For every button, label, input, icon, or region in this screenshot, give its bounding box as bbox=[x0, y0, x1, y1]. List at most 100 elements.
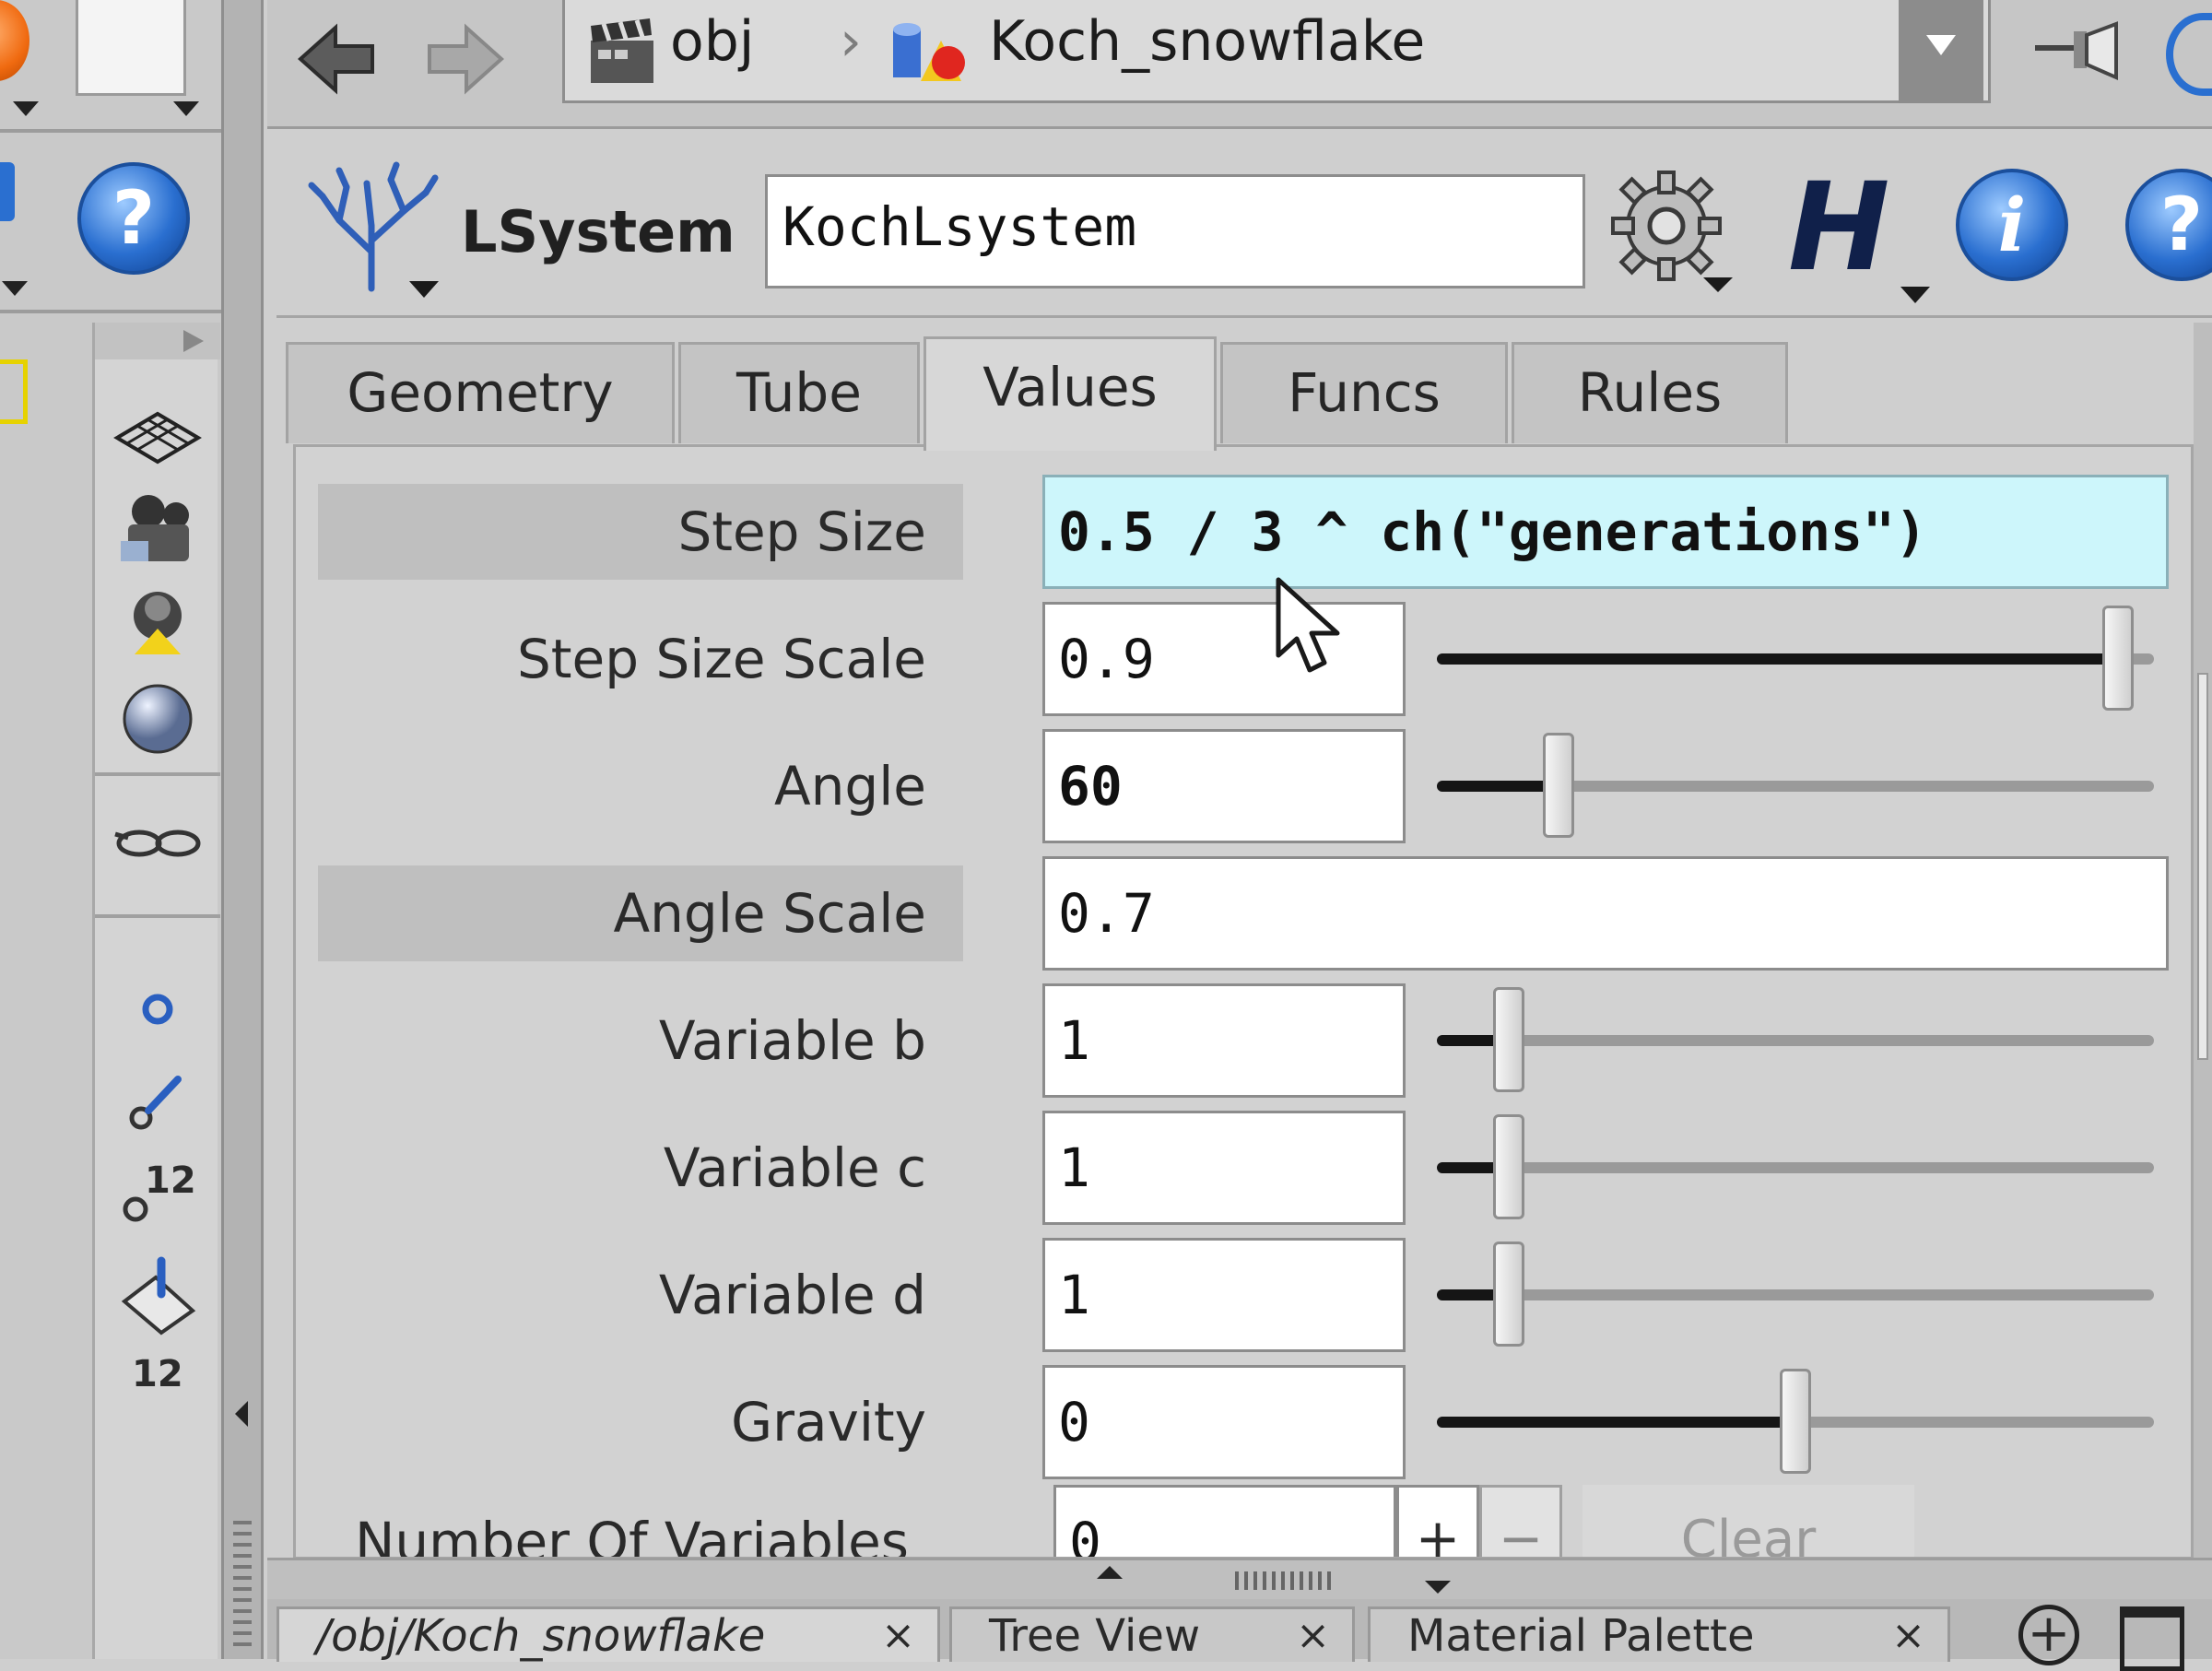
camera-icon[interactable] bbox=[95, 479, 220, 581]
slider-thumb[interactable] bbox=[1493, 1241, 1524, 1347]
gravity-field[interactable]: 0 bbox=[1042, 1365, 1406, 1479]
variable-d-field[interactable]: 1 bbox=[1042, 1238, 1406, 1352]
step-size-expression-field[interactable]: 0.5 / 3 ^ ch("generations") bbox=[1042, 475, 2169, 589]
lsystem-tree-icon bbox=[302, 159, 441, 298]
parameter-panel: Step Size 0.5 / 3 ^ ch("generations") St… bbox=[293, 444, 2194, 1559]
geometry-object-icon bbox=[884, 17, 976, 90]
tab-label: Material Palette bbox=[1407, 1610, 1755, 1662]
tab-funcs[interactable]: Funcs bbox=[1220, 342, 1508, 443]
forward-arrow-icon[interactable] bbox=[424, 18, 507, 101]
tab-label: /obj/Koch_snowflake bbox=[316, 1610, 766, 1662]
drag-handle[interactable] bbox=[1235, 1571, 1336, 1590]
path-bar: obj › Koch_snowflake bbox=[267, 0, 2212, 129]
close-icon[interactable]: × bbox=[1296, 1609, 1330, 1663]
param-label-angle: Angle bbox=[773, 755, 926, 818]
tab-tree-view[interactable]: Tree View × bbox=[949, 1606, 1355, 1662]
tab-network-path[interactable]: /obj/Koch_snowflake × bbox=[276, 1606, 940, 1662]
gear-icon[interactable] bbox=[1604, 163, 1733, 292]
collapse-arrow-icon[interactable] bbox=[235, 1401, 248, 1427]
slider-thumb[interactable] bbox=[1780, 1369, 1811, 1474]
badge-number: 12 bbox=[145, 1159, 196, 1202]
param-label-variable-b: Variable b bbox=[658, 1009, 926, 1072]
param-label-gravity: Gravity bbox=[731, 1391, 926, 1453]
slider-thumb[interactable] bbox=[1493, 987, 1524, 1092]
number-of-variables-field[interactable]: 0 bbox=[1053, 1485, 1396, 1557]
help-icon[interactable]: ? bbox=[2125, 169, 2212, 281]
add-pane-tab-icon[interactable]: + bbox=[2018, 1605, 2079, 1665]
partial-icon bbox=[0, 162, 15, 221]
back-arrow-icon[interactable] bbox=[295, 18, 378, 101]
angle-field[interactable]: 60 bbox=[1042, 729, 1406, 843]
help-icon[interactable]: ? bbox=[77, 162, 190, 275]
curve-tool-icon[interactable] bbox=[95, 1051, 220, 1152]
angle-scale-field[interactable]: 0.7 bbox=[1042, 856, 2169, 971]
collapse-down-arrow-icon[interactable] bbox=[1425, 1581, 1451, 1594]
clear-variables-button[interactable]: Clear bbox=[1583, 1485, 1914, 1557]
dropdown-triangle-icon[interactable] bbox=[409, 281, 439, 298]
tab-rules[interactable]: Rules bbox=[1512, 342, 1788, 443]
info-icon[interactable]: i bbox=[1956, 169, 2068, 281]
scrollbar-thumb[interactable] bbox=[2197, 673, 2208, 1060]
vertex-number-icon[interactable]: 12 bbox=[95, 1143, 220, 1244]
tab-geometry[interactable]: Geometry bbox=[286, 342, 675, 443]
slider-thumb[interactable] bbox=[2102, 606, 2134, 711]
color-swatch[interactable] bbox=[76, 0, 186, 96]
variable-b-field[interactable]: 1 bbox=[1042, 983, 1406, 1098]
tab-label: Tree View bbox=[989, 1610, 1201, 1662]
maximize-pane-icon[interactable] bbox=[2120, 1606, 2184, 1671]
slider-thumb[interactable] bbox=[1543, 733, 1574, 838]
dropdown-triangle-icon[interactable] bbox=[1900, 287, 1930, 303]
breadcrumb-koch-snowflake[interactable]: Koch_snowflake bbox=[989, 9, 1425, 74]
dropdown-triangle-icon[interactable] bbox=[2, 281, 28, 296]
houdini-h-icon[interactable]: H bbox=[1788, 163, 1917, 292]
param-label-angle-scale: Angle Scale bbox=[318, 865, 963, 961]
dropdown-triangle-icon[interactable] bbox=[173, 101, 199, 116]
dropdown-triangle-icon[interactable] bbox=[13, 101, 39, 116]
tool-shelf: 12 12 bbox=[92, 323, 220, 1659]
close-icon[interactable]: × bbox=[1891, 1609, 1925, 1663]
grid-plane-icon[interactable] bbox=[95, 387, 220, 488]
highlight-marker bbox=[0, 359, 28, 424]
expand-up-arrow-icon[interactable] bbox=[1097, 1566, 1123, 1579]
light-icon[interactable] bbox=[95, 571, 220, 673]
pane-tab-bar: /obj/Koch_snowflake × Tree View × Materi… bbox=[267, 1599, 2212, 1671]
param-label-variable-c: Variable c bbox=[663, 1136, 926, 1199]
shelf-separator bbox=[95, 772, 220, 776]
glasses-icon[interactable] bbox=[95, 793, 220, 894]
path-dropdown-button[interactable] bbox=[1899, 0, 1983, 103]
divider bbox=[0, 129, 221, 133]
mouse-cursor-icon bbox=[1273, 576, 1356, 677]
divider bbox=[0, 310, 221, 313]
tab-values[interactable]: Values bbox=[924, 336, 1217, 451]
variable-c-field[interactable]: 1 bbox=[1042, 1111, 1406, 1225]
point-icon[interactable] bbox=[95, 959, 220, 1060]
pin-icon[interactable] bbox=[2028, 17, 2138, 90]
remove-variable-button[interactable]: − bbox=[1479, 1485, 1562, 1557]
node-name-input[interactable]: KochLsystem bbox=[765, 174, 1585, 288]
param-label-step-size-scale: Step Size Scale bbox=[516, 628, 926, 690]
sphere-icon[interactable] bbox=[95, 668, 220, 770]
expand-arrow-icon[interactable] bbox=[183, 330, 204, 352]
vertical-scrollbar[interactable] bbox=[2194, 323, 2212, 1567]
badge-number: 12 bbox=[132, 1353, 183, 1395]
pane-divider[interactable] bbox=[221, 0, 264, 1659]
tab-tube[interactable]: Tube bbox=[678, 342, 920, 443]
node-header: LSystem KochLsystem H i ? bbox=[276, 134, 2212, 318]
slider-thumb[interactable] bbox=[1493, 1114, 1524, 1219]
add-variable-button[interactable]: + bbox=[1396, 1485, 1479, 1557]
render-ball-icon[interactable] bbox=[0, 0, 29, 81]
tab-material-palette[interactable]: Material Palette × bbox=[1368, 1606, 1950, 1662]
breadcrumb-separator: › bbox=[840, 9, 862, 74]
param-label-step-size: Step Size bbox=[318, 484, 963, 580]
node-type-label: LSystem bbox=[461, 198, 735, 265]
close-icon[interactable]: × bbox=[881, 1609, 915, 1663]
drag-handle[interactable] bbox=[233, 1521, 252, 1650]
path-field[interactable]: obj › Koch_snowflake bbox=[562, 0, 1991, 103]
shelf-separator bbox=[95, 914, 220, 918]
pane-splitter[interactable] bbox=[267, 1558, 2212, 1599]
number-of-variables-row: Number Of Variables 0 + − Clear bbox=[296, 1479, 2191, 1557]
param-label-variable-d: Variable d bbox=[658, 1264, 926, 1326]
link-icon[interactable] bbox=[2166, 13, 2212, 96]
paint-tool-icon[interactable] bbox=[95, 1244, 220, 1346]
breadcrumb-obj[interactable]: obj bbox=[670, 9, 754, 74]
